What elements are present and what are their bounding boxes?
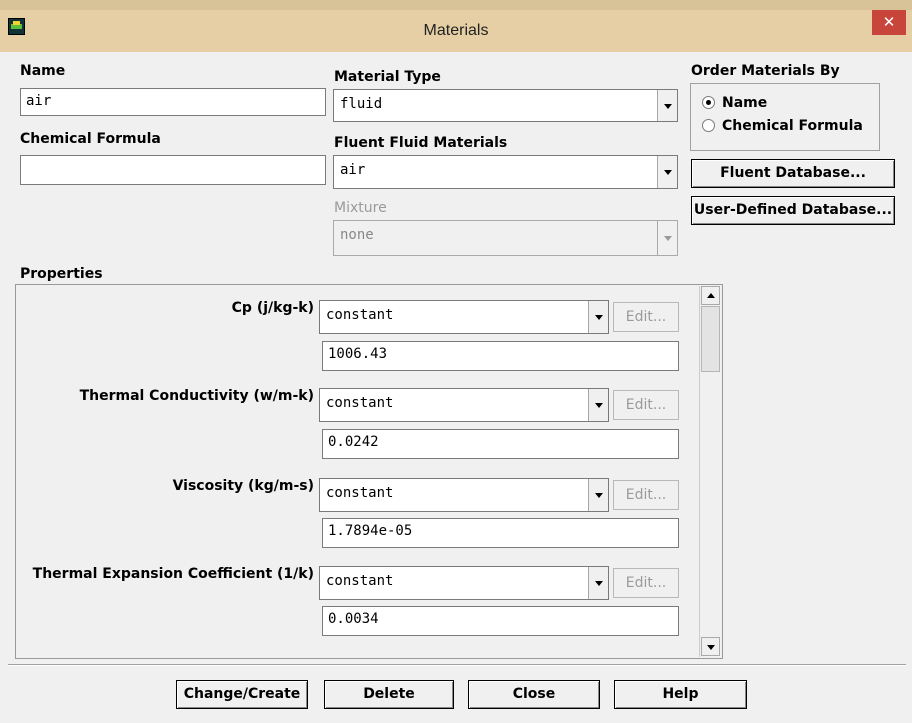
material-type-value: fluid: [340, 96, 383, 112]
scrollbar-thumb[interactable]: [701, 306, 720, 372]
order-by-chemical-formula-radio[interactable]: [702, 119, 715, 132]
order-by-name-label[interactable]: Name: [722, 95, 767, 111]
help-button[interactable]: Help: [614, 680, 747, 709]
property-method-value: constant: [326, 485, 394, 501]
mixture-value: none: [340, 227, 374, 243]
property-method-value: constant: [326, 573, 394, 589]
material-type-select[interactable]: fluid: [333, 89, 678, 122]
chevron-down-icon[interactable]: [657, 156, 677, 188]
fluent-database-button[interactable]: Fluent Database...: [691, 159, 895, 188]
chemical-formula-input[interactable]: [20, 155, 326, 185]
bottom-separator: [8, 664, 906, 666]
properties-label: Properties: [20, 266, 103, 282]
property-value-input[interactable]: 1.7894e-05: [322, 518, 679, 548]
edit-button: Edit...: [613, 480, 679, 510]
fluent-fluid-materials-select[interactable]: air: [333, 155, 678, 189]
chevron-down-icon[interactable]: [588, 479, 608, 511]
property-value-input[interactable]: 0.0242: [322, 429, 679, 459]
name-input[interactable]: air: [20, 88, 326, 116]
property-label: Thermal Conductivity (w/m-k): [79, 388, 314, 404]
property-value-input[interactable]: 0.0034: [322, 606, 679, 636]
chevron-down-icon[interactable]: [588, 567, 608, 599]
name-label: Name: [20, 63, 66, 79]
mixture-select: none: [333, 220, 678, 256]
property-method-value: constant: [326, 307, 394, 323]
scroll-up-icon[interactable]: [701, 286, 720, 305]
fluent-fluid-materials-value: air: [340, 162, 366, 178]
material-type-label: Material Type: [334, 69, 441, 85]
close-window-icon[interactable]: ✕: [872, 10, 906, 35]
edit-button: Edit...: [613, 302, 679, 332]
close-button[interactable]: Close: [468, 680, 600, 709]
property-method-select[interactable]: constant: [319, 388, 609, 422]
property-label: Viscosity (kg/m-s): [172, 478, 314, 494]
delete-button[interactable]: Delete: [324, 680, 454, 709]
edit-button: Edit...: [613, 568, 679, 598]
fluent-fluid-materials-label: Fluent Fluid Materials: [334, 135, 508, 151]
chemical-formula-label: Chemical Formula: [20, 131, 161, 147]
chevron-down-icon[interactable]: [657, 90, 677, 121]
property-method-select[interactable]: constant: [319, 478, 609, 512]
order-by-chemical-formula-label[interactable]: Chemical Formula: [722, 118, 863, 134]
chevron-down-icon[interactable]: [588, 389, 608, 421]
edit-button: Edit...: [613, 390, 679, 420]
chevron-down-icon[interactable]: [588, 301, 608, 333]
property-label: Cp (j/kg-k): [231, 300, 314, 316]
order-materials-by-label: Order Materials By: [691, 63, 840, 79]
property-label: Thermal Expansion Coefficient (1/k): [32, 566, 314, 582]
property-method-select[interactable]: constant: [319, 300, 609, 334]
title-bar-top-strip: [0, 0, 912, 10]
property-method-select[interactable]: constant: [319, 566, 609, 600]
change-create-button[interactable]: Change/Create: [176, 680, 308, 709]
order-materials-by-group: [690, 83, 880, 151]
order-by-name-radio[interactable]: [702, 96, 715, 109]
window-title: Materials: [423, 22, 489, 39]
mixture-label: Mixture: [334, 200, 387, 216]
property-method-value: constant: [326, 395, 394, 411]
chevron-down-icon: [657, 221, 677, 255]
property-value-input[interactable]: 1006.43: [322, 341, 679, 371]
scroll-down-icon[interactable]: [701, 637, 720, 656]
user-defined-database-button[interactable]: User-Defined Database...: [691, 196, 895, 225]
